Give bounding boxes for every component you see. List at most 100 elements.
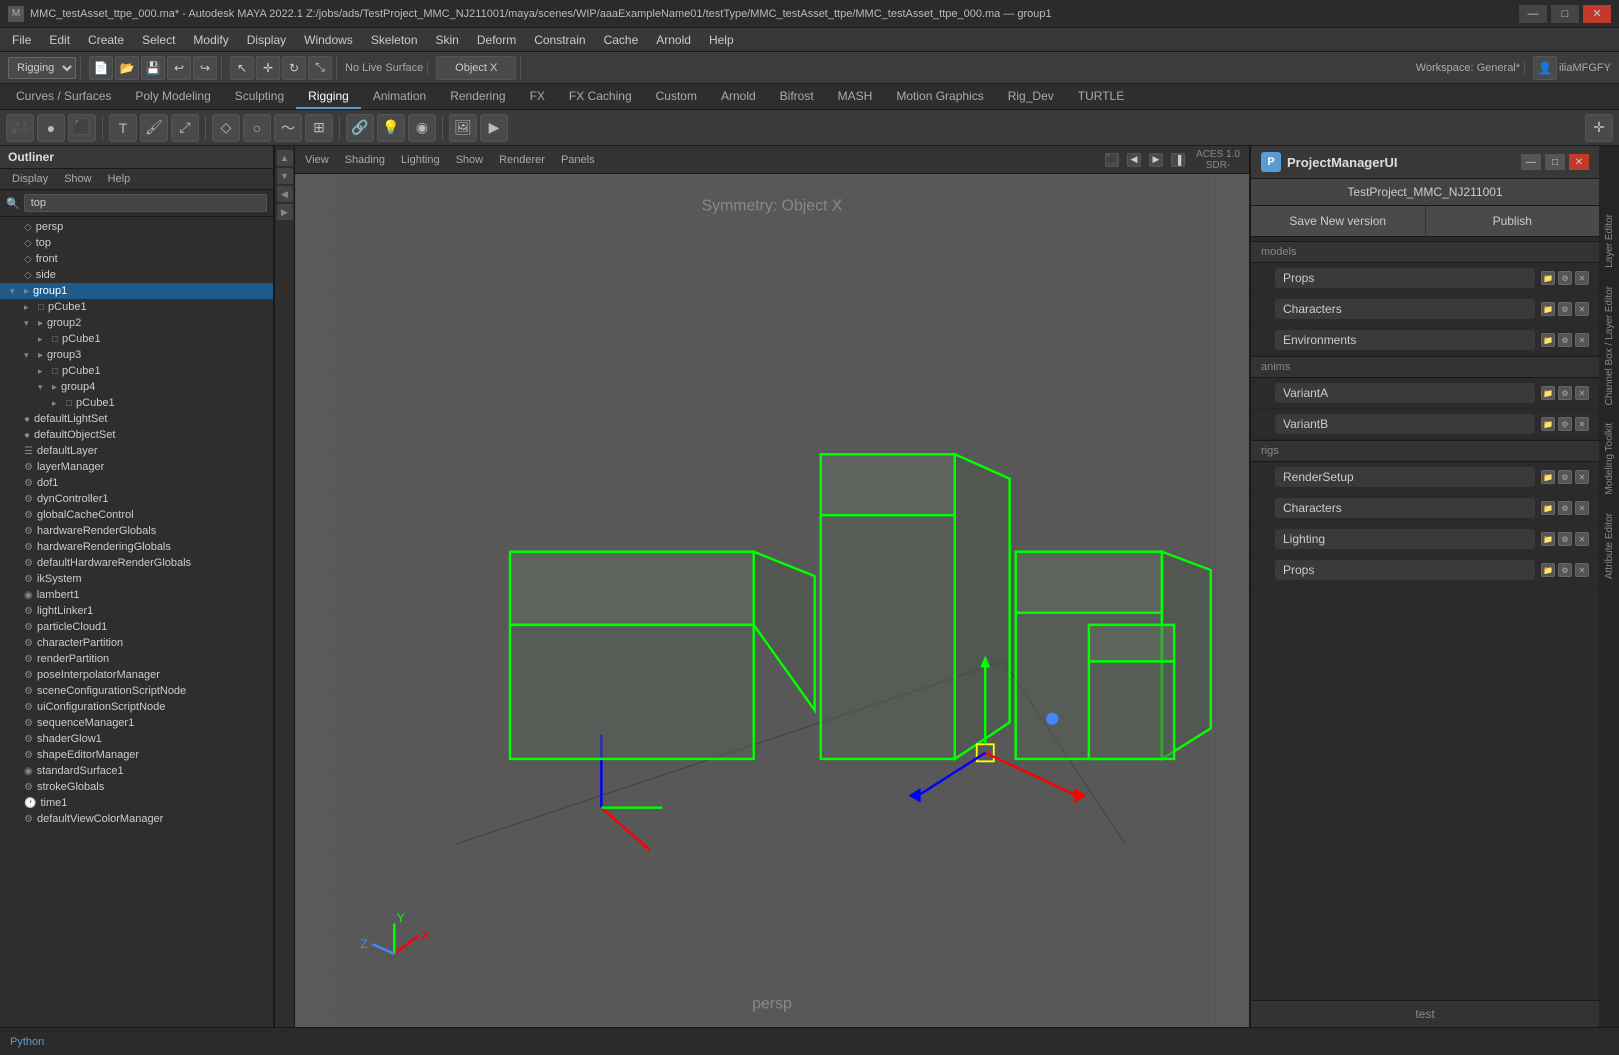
pm-item-action-2[interactable]: ✕	[1575, 302, 1589, 316]
anim-icon-btn[interactable]: ▶	[480, 114, 508, 142]
pm-item-action-1[interactable]: ⚙	[1558, 302, 1572, 316]
pm-item-action-0[interactable]: 📁	[1541, 470, 1555, 484]
viewport-show-menu[interactable]: Show	[452, 152, 488, 168]
outliner-item-defaultobjectset[interactable]: ●defaultObjectSet	[0, 427, 273, 443]
tool-strip-btn4[interactable]: ▶	[277, 204, 293, 220]
menu-item-cache[interactable]: Cache	[596, 31, 647, 49]
outliner-item-strokeglobals[interactable]: ⚙strokeGlobals	[0, 779, 273, 795]
expand-arrow[interactable]: ▸	[24, 302, 34, 313]
constraint-icon-btn[interactable]: 🔗	[346, 114, 374, 142]
module-tab-fx[interactable]: FX	[518, 84, 557, 109]
pm-item-action-2[interactable]: ✕	[1575, 386, 1589, 400]
pm-item-environments[interactable]: Environments📁⚙✕	[1251, 325, 1599, 356]
module-tab-arnold[interactable]: Arnold	[709, 84, 768, 109]
rotate-tool-btn[interactable]: ↻	[282, 56, 306, 80]
module-tab-animation[interactable]: Animation	[361, 84, 438, 109]
outliner-item-group4[interactable]: ▾▸group4	[0, 379, 273, 395]
light-icon-btn[interactable]: 💡	[377, 114, 405, 142]
viewport-view-menu[interactable]: View	[301, 152, 333, 168]
pm-item-action-2[interactable]: ✕	[1575, 563, 1589, 577]
module-tab-custom[interactable]: Custom	[644, 84, 709, 109]
pm-item-action-1[interactable]: ⚙	[1558, 271, 1572, 285]
outliner-item-defaultlightset[interactable]: ●defaultLightSet	[0, 411, 273, 427]
pm-item-action-0[interactable]: 📁	[1541, 333, 1555, 347]
vtab-modeling_toolkit[interactable]: Modeling Toolkit	[1600, 415, 1619, 503]
menu-item-modify[interactable]: Modify	[185, 31, 236, 49]
menu-item-display[interactable]: Display	[239, 31, 294, 49]
pm-item-lighting[interactable]: Lighting📁⚙✕	[1251, 524, 1599, 555]
outliner-item-sceneconfigurationscriptnode[interactable]: ⚙sceneConfigurationScriptNode	[0, 683, 273, 699]
outliner-item-layermanager[interactable]: ⚙layerManager	[0, 459, 273, 475]
vtab-layer_editor[interactable]: Layer Editor	[1600, 206, 1619, 276]
outliner-item-globalcachecontrol[interactable]: ⚙globalCacheControl	[0, 507, 273, 523]
pm-item-characters[interactable]: Characters📁⚙✕	[1251, 493, 1599, 524]
pm-item-action-0[interactable]: 📁	[1541, 501, 1555, 515]
module-tab-turtle[interactable]: TURTLE	[1066, 84, 1136, 109]
expand-arrow[interactable]: ▸	[38, 334, 48, 345]
outliner-item-lightlinker1[interactable]: ⚙lightLinker1	[0, 603, 273, 619]
outliner-item-defaultviewcolormanager[interactable]: ⚙defaultViewColorManager	[0, 811, 273, 827]
module-tab-poly_modeling[interactable]: Poly Modeling	[123, 84, 222, 109]
menu-item-arnold[interactable]: Arnold	[648, 31, 699, 49]
module-tab-sculpting[interactable]: Sculpting	[223, 84, 296, 109]
pm-item-action-0[interactable]: 📁	[1541, 271, 1555, 285]
viewport-shading-menu[interactable]: Shading	[341, 152, 389, 168]
viewport-renderer-menu[interactable]: Renderer	[495, 152, 549, 168]
module-tab-motion_graphics[interactable]: Motion Graphics	[884, 84, 995, 109]
save-scene-btn[interactable]: 💾	[141, 56, 165, 80]
menu-item-windows[interactable]: Windows	[296, 31, 361, 49]
outliner-item-top[interactable]: ◇top	[0, 235, 273, 251]
outliner-item-uiconfigurationscriptnode[interactable]: ⚙uiConfigurationScriptNode	[0, 699, 273, 715]
outliner-item-sequencemanager1[interactable]: ⚙sequenceManager1	[0, 715, 273, 731]
pm-item-action-2[interactable]: ✕	[1575, 271, 1589, 285]
pm-item-characters[interactable]: Characters📁⚙✕	[1251, 294, 1599, 325]
pm-item-action-2[interactable]: ✕	[1575, 501, 1589, 515]
outliner-item-group3[interactable]: ▾▸group3	[0, 347, 273, 363]
close-button[interactable]: ✕	[1583, 5, 1611, 23]
poly-icon-btn[interactable]: ◇	[212, 114, 240, 142]
pm-item-action-0[interactable]: 📁	[1541, 386, 1555, 400]
viewport-lighting-menu[interactable]: Lighting	[397, 152, 444, 168]
cube-icon-btn[interactable]: ⬛	[68, 114, 96, 142]
pm-item-action-2[interactable]: ✕	[1575, 417, 1589, 431]
pm-item-action-0[interactable]: 📁	[1541, 417, 1555, 431]
pm-item-action-1[interactable]: ⚙	[1558, 501, 1572, 515]
pm-item-props[interactable]: Props📁⚙✕	[1251, 263, 1599, 294]
expand-arrow[interactable]: ▸	[38, 366, 48, 377]
vp-btn4[interactable]: ▐	[1171, 153, 1185, 167]
nurbs-icon-btn[interactable]: ○	[243, 114, 271, 142]
outliner-item-particlecloud1[interactable]: ⚙particleCloud1	[0, 619, 273, 635]
outliner-item-pcube1[interactable]: ▸□pCube1	[0, 331, 273, 347]
outliner-item-defaultlayer[interactable]: ☰defaultLayer	[0, 443, 273, 459]
module-tab-rigging[interactable]: Rigging	[296, 84, 361, 109]
vp-btn2[interactable]: ◀	[1127, 153, 1141, 167]
module-tab-curves___surfaces[interactable]: Curves / Surfaces	[4, 84, 123, 109]
menu-item-skeleton[interactable]: Skeleton	[363, 31, 426, 49]
module-tab-fx_caching[interactable]: FX Caching	[557, 84, 644, 109]
menu-item-help[interactable]: Help	[701, 31, 742, 49]
pm-item-variantb[interactable]: VariantB📁⚙✕	[1251, 409, 1599, 440]
menu-item-select[interactable]: Select	[134, 31, 183, 49]
outliner-item-group2[interactable]: ▾▸group2	[0, 315, 273, 331]
move-tool-btn[interactable]: ✛	[256, 56, 280, 80]
text-icon-btn[interactable]: T	[109, 114, 137, 142]
pm-item-action-2[interactable]: ✕	[1575, 470, 1589, 484]
paint-icon-btn[interactable]: 🖌	[140, 114, 168, 142]
pm-item-action-1[interactable]: ⚙	[1558, 386, 1572, 400]
outliner-item-pcube1[interactable]: ▸□pCube1	[0, 395, 273, 411]
sphere-icon-btn[interactable]: ●	[37, 114, 65, 142]
outliner-item-shaderglow1[interactable]: ⚙shaderGlow1	[0, 731, 273, 747]
expand-arrow[interactable]: ▾	[38, 382, 48, 393]
undo-btn[interactable]: ↩	[167, 56, 191, 80]
module-tab-rig_dev[interactable]: Rig_Dev	[996, 84, 1066, 109]
object-mode-btn[interactable]: Object X	[436, 56, 516, 80]
pm-minimize-btn[interactable]: —	[1521, 154, 1541, 170]
pm-close-btn[interactable]: ✕	[1569, 154, 1589, 170]
pm-item-action-0[interactable]: 📁	[1541, 563, 1555, 577]
render-icon-btn[interactable]: 🖼	[449, 114, 477, 142]
maximize-button[interactable]: □	[1551, 5, 1579, 23]
outliner-item-front[interactable]: ◇front	[0, 251, 273, 267]
search-input[interactable]	[24, 194, 267, 212]
pm-item-action-0[interactable]: 📁	[1541, 532, 1555, 546]
tool-strip-btn1[interactable]: ▲	[277, 150, 293, 166]
